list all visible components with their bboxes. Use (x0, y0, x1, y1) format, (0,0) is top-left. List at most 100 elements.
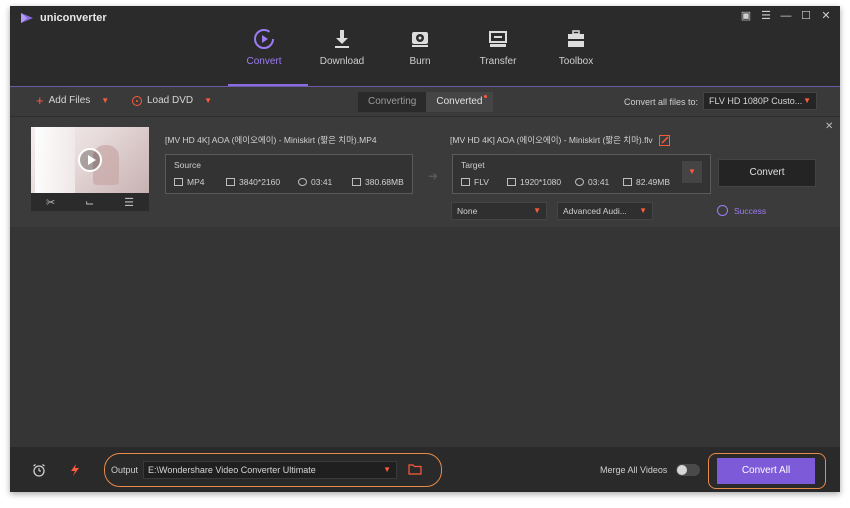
target-resolution: 1920*1080 (507, 177, 575, 187)
tab-transfer-label: Transfer (479, 56, 517, 67)
video-thumbnail[interactable] (31, 127, 149, 193)
add-files-button[interactable]: + Add Files ▼ (36, 92, 109, 108)
toolbar: + Add Files ▼ Load DVD ▼ Converting Conv… (10, 86, 840, 116)
burn-icon (412, 32, 428, 47)
source-format: MP4 (174, 177, 226, 187)
target-resolution-value: 1920*1080 (520, 177, 562, 187)
convert-icon (254, 29, 274, 49)
status-tabs: Converting Converted (358, 92, 493, 112)
convert-all-files-to-label: Convert all files to: (624, 97, 699, 107)
plus-icon: + (36, 92, 44, 108)
source-size: 380.68MB (352, 177, 404, 187)
chevron-down-icon: ▼ (639, 206, 647, 215)
tab-burn[interactable]: Burn (381, 28, 459, 84)
target-meta: FLV 1920*1080 03:41 82.49MB (461, 177, 670, 187)
target-file-name: [MV HD 4K] AOA (에이오에이) - Miniskirt (짧은 치… (450, 135, 653, 145)
file-item: ✕ ✂ ⌙ ☰ [MV HD 4K] AOA (에이오에이) - Miniski… (10, 117, 840, 227)
tab-convert[interactable]: Convert (225, 28, 303, 84)
source-size-value: 380.68MB (365, 177, 404, 187)
subtitle-select[interactable]: None ▼ (451, 202, 547, 220)
chevron-down-icon[interactable]: ▼ (101, 96, 109, 105)
load-dvd-label: Load DVD (147, 95, 194, 106)
tab-transfer[interactable]: Transfer (459, 28, 537, 84)
subtitle-value: None (457, 206, 478, 216)
source-resolution: 3840*2160 (226, 177, 298, 187)
merge-all-videos-label: Merge All Videos (600, 465, 668, 475)
bottom-bar: Output E:\Wondershare Video Converter Ul… (10, 447, 840, 492)
source-duration: 03:41 (298, 177, 352, 187)
app-name: uniconverter (40, 12, 107, 24)
convert-button[interactable]: Convert (718, 159, 816, 187)
tab-converted[interactable]: Converted (426, 92, 493, 112)
chevron-down-icon: ▼ (533, 206, 541, 215)
tab-converting[interactable]: Converting (358, 92, 427, 112)
open-folder-icon[interactable] (408, 463, 422, 475)
audio-select[interactable]: Advanced Audi... ▼ (557, 202, 653, 220)
remove-file-icon[interactable]: ✕ (825, 121, 833, 132)
minimize-icon[interactable]: — (780, 10, 792, 22)
target-duration: 03:41 (575, 177, 623, 187)
file-list-empty-area (10, 227, 840, 447)
source-format-value: MP4 (187, 177, 205, 187)
tab-toolbox[interactable]: Toolbox (537, 28, 615, 84)
output-path-group: Output E:\Wondershare Video Converter Ul… (104, 453, 442, 487)
tab-converted-label: Converted (436, 96, 483, 107)
tab-convert-label: Convert (246, 56, 282, 67)
window-controls: ▣ ☰ — ☐ ✕ (740, 10, 832, 22)
target-file-name-row: [MV HD 4K] AOA (에이오에이) - Miniskirt (짧은 치… (450, 134, 670, 146)
output-format-value: FLV HD 1080P Custo... (709, 96, 803, 106)
dvd-icon (132, 95, 142, 106)
convert-all-button[interactable]: Convert All (717, 458, 815, 484)
edit-icon[interactable] (658, 134, 670, 146)
add-files-label: Add Files (48, 95, 91, 106)
source-duration-value: 03:41 (311, 177, 333, 187)
source-label: Source (174, 160, 201, 170)
merge-all-videos-toggle[interactable] (676, 464, 700, 476)
trim-icon[interactable]: ✂ (46, 196, 55, 209)
transfer-icon (489, 31, 507, 47)
output-path-field[interactable]: E:\Wondershare Video Converter Ultimate … (143, 461, 397, 479)
app-window: uniconverter ▣ ☰ — ☐ ✕ Convert Download … (10, 6, 840, 492)
target-label: Target (461, 160, 485, 170)
notification-dot (483, 95, 487, 98)
source-info-box: Source MP4 3840*2160 03:41 380.68MB (165, 154, 413, 194)
folder-icon (352, 178, 361, 186)
effects-icon[interactable]: ☰ (124, 196, 134, 209)
maximize-icon[interactable]: ☐ (800, 10, 812, 22)
tab-download-label: Download (319, 56, 365, 67)
clock-icon (575, 178, 584, 186)
resolution-icon (226, 178, 235, 186)
thumbnail-tools: ✂ ⌙ ☰ (31, 193, 149, 211)
play-icon[interactable] (78, 148, 102, 172)
tab-download[interactable]: Download (303, 28, 381, 84)
top-bar: uniconverter ▣ ☰ — ☐ ✕ Convert Download … (10, 6, 840, 86)
app-logo-icon (21, 13, 33, 23)
alarm-clock-icon[interactable] (32, 463, 46, 477)
clock-icon (298, 178, 307, 186)
output-label: Output (111, 465, 139, 475)
target-size-value: 82.49MB (636, 177, 671, 187)
crop-icon[interactable]: ⌙ (85, 196, 94, 209)
chevron-down-icon[interactable]: ▼ (383, 462, 391, 478)
output-format-select[interactable]: FLV HD 1080P Custo... ▼ (703, 92, 817, 110)
load-dvd-button[interactable]: Load DVD ▼ (132, 95, 212, 106)
chevron-down-icon[interactable]: ▼ (204, 96, 212, 105)
source-file-name: [MV HD 4K] AOA (에이오에이) - Miniskirt (짧은 치… (165, 135, 377, 145)
source-resolution-value: 3840*2160 (239, 177, 281, 187)
chat-icon[interactable]: ▣ (740, 10, 752, 22)
film-icon (461, 178, 470, 186)
close-icon[interactable]: ✕ (820, 10, 832, 22)
app-title: uniconverter (20, 12, 107, 24)
folder-icon (623, 178, 632, 186)
target-info-box[interactable]: Target FLV 1920*1080 03:41 82.49MB (452, 154, 711, 194)
lightning-icon[interactable] (68, 463, 82, 477)
target-format-dropdown[interactable]: ▼ (682, 161, 702, 183)
menu-icon[interactable]: ☰ (760, 10, 772, 22)
film-icon (174, 178, 183, 186)
status-badge: Success (717, 205, 766, 216)
status-text: Success (734, 205, 767, 216)
target-size: 82.49MB (623, 177, 670, 187)
source-meta: MP4 3840*2160 03:41 380.68MB (174, 177, 404, 187)
tab-burn-label: Burn (409, 56, 431, 67)
tab-toolbox-label: Toolbox (558, 56, 594, 67)
